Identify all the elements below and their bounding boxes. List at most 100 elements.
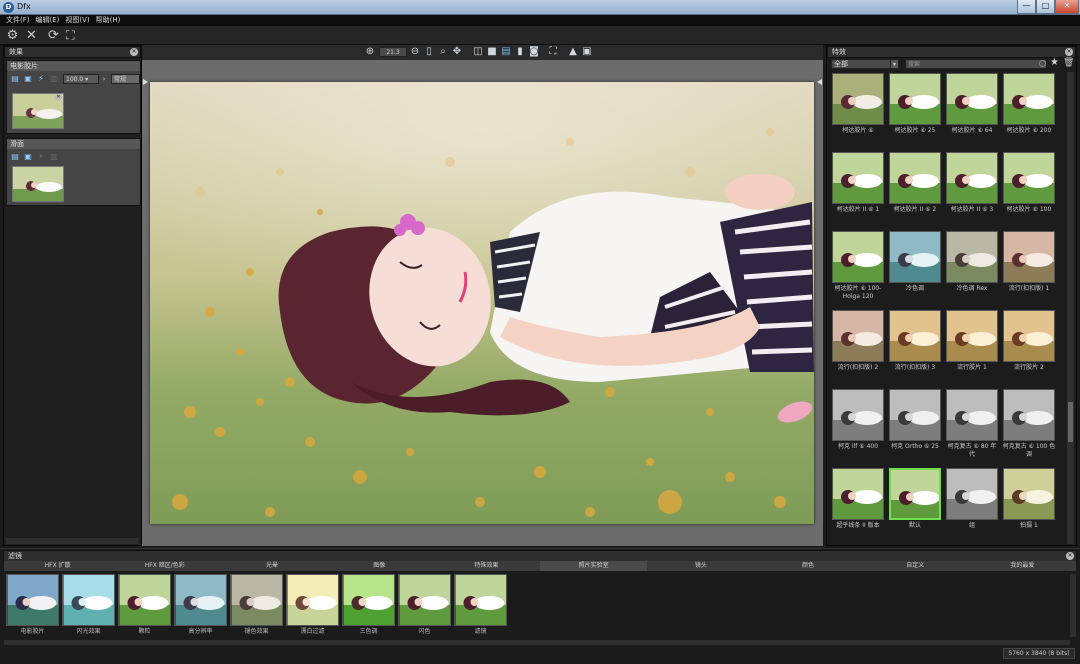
- scrollbar-thumb[interactable]: [1068, 402, 1073, 442]
- preset-label: 流行(扣扣版) 1: [1008, 285, 1050, 292]
- preset-label: 柯克复古 ⑥ 100 色调: [1002, 443, 1056, 458]
- preset-item[interactable]: 流行胶片 2: [1002, 309, 1056, 385]
- fit-window-icon[interactable]: ▯: [423, 46, 435, 58]
- maximize-button[interactable]: □: [1036, 0, 1055, 14]
- filter-thumbnail[interactable]: 闪色: [398, 574, 451, 637]
- preset-item[interactable]: 默认: [888, 467, 942, 543]
- zoom-level-field[interactable]: 21.3: [379, 47, 407, 57]
- trash-icon[interactable]: 🗑: [1063, 58, 1074, 68]
- preset-label: 柯达胶片 ⑥ 100-Holga 120: [834, 285, 882, 300]
- effect-thumbnail[interactable]: [12, 166, 64, 202]
- chevron-down-icon[interactable]: ▾: [890, 59, 899, 69]
- preset-item[interactable]: 柯达胶片 ⑥: [831, 72, 885, 148]
- preset-item[interactable]: 流行(扣扣版) 3: [888, 309, 942, 385]
- layer-icon[interactable]: ▤: [10, 74, 20, 84]
- filter-thumbnail[interactable]: 滤镜: [454, 574, 507, 637]
- chevron-right-icon[interactable]: ›: [99, 74, 109, 84]
- refresh-icon[interactable]: ⟳: [46, 28, 61, 43]
- frame-icon[interactable]: ⛶: [547, 46, 559, 58]
- menu-file[interactable]: 文件(F): [6, 15, 30, 26]
- preset-item[interactable]: 柯克复古 ⑥ 100 色调: [1002, 388, 1056, 464]
- layer-icon[interactable]: ▤: [10, 152, 20, 162]
- preset-category-select[interactable]: 全部: [831, 59, 899, 69]
- pan-icon[interactable]: ✥: [451, 46, 463, 58]
- close-panel-icon[interactable]: ✕: [130, 48, 138, 56]
- monitor-icon[interactable]: ▣: [23, 74, 33, 84]
- menu-help[interactable]: 帮助(H): [96, 15, 121, 26]
- filter-thumbnail[interactable]: 高分辨率: [174, 574, 227, 637]
- preset-item[interactable]: 柯达胶片 ⑥ 64: [945, 72, 999, 148]
- preset-item[interactable]: 柯达胶片 II ⑥ 2: [888, 151, 942, 227]
- filter-h-scrollbar[interactable]: [4, 640, 1070, 645]
- magnifier-icon[interactable]: ⌕: [437, 46, 449, 58]
- filter-thumbnail[interactable]: 颗粒: [118, 574, 171, 637]
- blend-mode-select[interactable]: 常规: [111, 74, 140, 84]
- preset-thumbnail: [889, 73, 941, 125]
- filter-label: 漂白过滤: [300, 628, 325, 635]
- menu-edit[interactable]: 编辑(E): [36, 15, 60, 26]
- gear-icon[interactable]: ⚙: [5, 28, 20, 43]
- mask-icon[interactable]: ▥: [49, 74, 59, 84]
- filter-thumbnail[interactable]: 电影胶片: [6, 574, 59, 637]
- display-icon[interactable]: ▣: [581, 46, 593, 58]
- mask-icon[interactable]: ▥: [49, 152, 59, 162]
- preset-item[interactable]: 柯达胶片 II ⑥ 1: [831, 151, 885, 227]
- preset-item[interactable]: 柯克复古 ⑥ 80 年代: [945, 388, 999, 464]
- preset-item[interactable]: 拍摄 1: [1002, 467, 1056, 543]
- preset-search-input[interactable]: 搜索: [905, 59, 1047, 69]
- clear-search-icon[interactable]: [1039, 60, 1046, 67]
- camera-icon[interactable]: ◙: [528, 46, 540, 58]
- lightning-icon[interactable]: ⚡: [36, 74, 46, 84]
- preset-item[interactable]: 流行胶片 1: [945, 309, 999, 385]
- preset-item[interactable]: 柯达胶片 ⑥ 100-Holga 120: [831, 230, 885, 306]
- preset-item[interactable]: 组: [945, 467, 999, 543]
- filter-thumbnail[interactable]: 闪光效果: [62, 574, 115, 637]
- preset-item[interactable]: 柯达胶片 ⑥ 200: [1002, 72, 1056, 148]
- preset-item[interactable]: 柯克 Ilf ⑥ 400: [831, 388, 885, 464]
- image-viewer: ⊕ 21.3 ⊖ ▯ ⌕ ✥ ◫ ■ ▤ ▮ ◙ ⛶ ▲ ▣: [142, 45, 823, 546]
- preset-item[interactable]: 柯达胶片 ⑥ 25: [888, 72, 942, 148]
- cancel-icon[interactable]: ✕: [24, 28, 39, 43]
- preset-item[interactable]: 流行(扣扣版) 1: [1002, 230, 1056, 306]
- zoom-out-icon[interactable]: ⊖: [409, 46, 421, 58]
- preset-label: 冷色调: [905, 285, 924, 292]
- filter-thumbnail[interactable]: 三色调: [342, 574, 395, 637]
- left-panel-scrollbar[interactable]: [6, 538, 139, 544]
- split-view-icon[interactable]: ◫: [472, 46, 484, 58]
- preset-item[interactable]: 超乎线条 II 版本: [831, 467, 885, 543]
- minimize-button[interactable]: —: [1017, 0, 1036, 14]
- effect-title: 电影胶片: [7, 61, 140, 71]
- preset-item[interactable]: 柯达胶片 ⑥ 100: [1002, 151, 1056, 227]
- opacity-field[interactable]: 100.0 ▾: [63, 74, 99, 84]
- zoom-in-icon[interactable]: ⊕: [364, 46, 376, 58]
- preset-item[interactable]: 柯克 Ortho ⑥ 25: [888, 388, 942, 464]
- remove-effect-icon[interactable]: ✕: [55, 94, 62, 101]
- menu-view[interactable]: 视图(V): [65, 15, 89, 26]
- fit-icon[interactable]: ⛶: [63, 28, 78, 43]
- preset-item[interactable]: 柯达胶片 II ⑥ 3: [945, 151, 999, 227]
- main-photo[interactable]: [150, 82, 814, 524]
- preset-thumbnail: [889, 468, 941, 520]
- preset-thumbnail: [1003, 310, 1055, 362]
- left-arrow-icon[interactable]: [143, 79, 148, 85]
- close-window-button[interactable]: ✕: [1055, 0, 1079, 14]
- filter-thumbnail[interactable]: 褪色效果: [230, 574, 283, 637]
- preset-label: 超乎线条 II 版本: [836, 522, 880, 529]
- preset-thumbnail: [889, 231, 941, 283]
- filter-scrollbar[interactable]: [1070, 574, 1076, 637]
- page-icon[interactable]: ▮: [514, 46, 526, 58]
- close-panel-icon[interactable]: ✕: [1065, 48, 1073, 56]
- histogram-icon[interactable]: ▲: [567, 46, 579, 58]
- filter-thumbnail[interactable]: 漂白过滤: [286, 574, 339, 637]
- compare-view-icon[interactable]: ▤: [500, 46, 512, 58]
- star-icon[interactable]: ★: [1050, 57, 1059, 68]
- preset-item[interactable]: 流行(扣扣版) 2: [831, 309, 885, 385]
- right-arrow-icon[interactable]: [817, 79, 822, 85]
- monitor-icon[interactable]: ▣: [23, 152, 33, 162]
- preset-item[interactable]: 冷色调: [888, 230, 942, 306]
- menu-bar: 文件(F) 编辑(E) 视图(V) 帮助(H): [0, 15, 1080, 26]
- preset-item[interactable]: 冷色调 Rex: [945, 230, 999, 306]
- single-view-icon[interactable]: ■: [486, 46, 498, 58]
- preset-scrollbar[interactable]: [1067, 72, 1074, 544]
- lightning-icon[interactable]: ⚡: [36, 152, 46, 162]
